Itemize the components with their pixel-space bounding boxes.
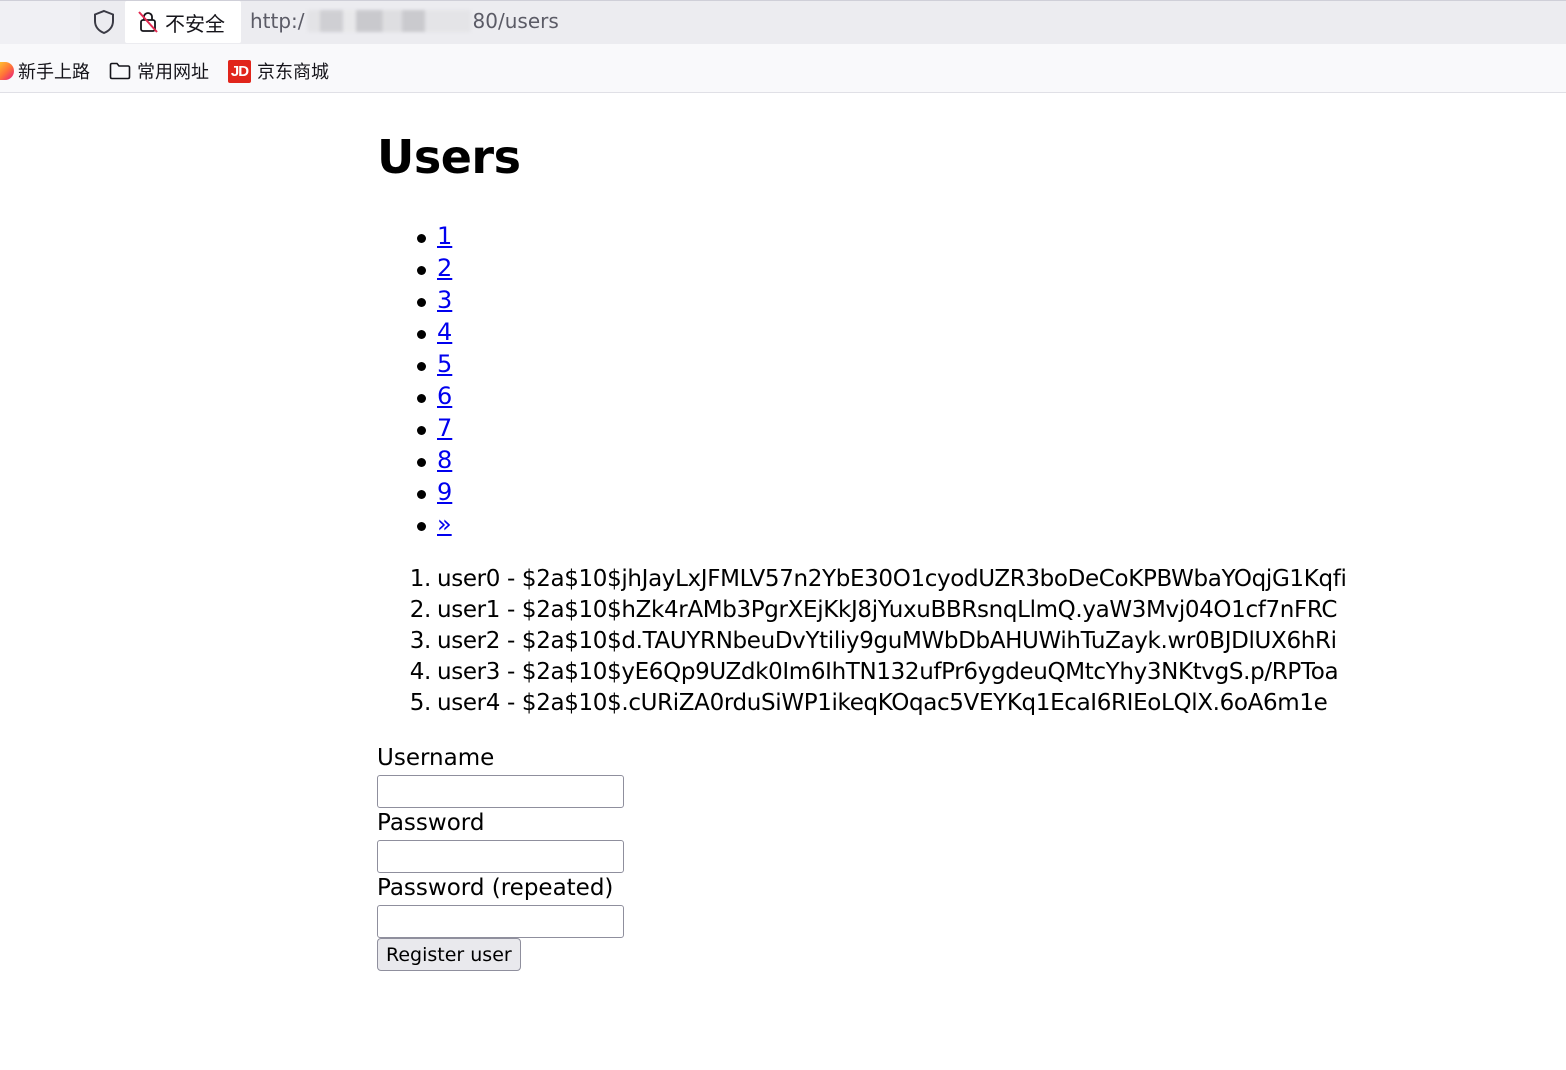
list-item: 2. user1 - $2a$10$hZk4rAMb3PgrXEjKkJ8jYux… <box>377 595 1347 626</box>
list-number: 2. <box>409 597 432 623</box>
tracking-protection-shield-icon[interactable] <box>91 8 117 36</box>
pagination-item: 2 <box>377 252 452 284</box>
user-entry: user3 - $2a$10$yE6Qp9UZdk0Im6IhTN132ufPr… <box>437 659 1339 685</box>
password-repeat-label: Password (repeated) <box>377 875 614 901</box>
pagination-item: 6 <box>377 380 452 412</box>
url-suffix: 80/users <box>472 9 559 33</box>
list-number: 5. <box>409 690 432 716</box>
list-item: 5. user4 - $2a$10$.cURiZA0rduSiWP1ikeqKOq… <box>377 688 1347 719</box>
bookmark-folder-common-sites[interactable]: 常用网址 <box>109 58 209 84</box>
security-label: 不安全 <box>165 11 225 36</box>
pagination-item: » <box>377 508 452 540</box>
pagination-item: 9 <box>377 476 452 508</box>
user-entry: user0 - $2a$10$jhJayLxJFMLV57n2YbE30O1cy… <box>437 566 1347 592</box>
list-number: 4. <box>409 659 432 685</box>
page-link-8[interactable]: 8 <box>437 446 452 474</box>
pagination-item: 7 <box>377 412 452 444</box>
username-label: Username <box>377 745 495 771</box>
password-label: Password <box>377 810 485 836</box>
list-item: 3. user2 - $2a$10$d.TAUYRNbeuDvYtiliy9guM… <box>377 626 1347 657</box>
browser-toolbar: 不安全 http:/ 80/users <box>0 0 1566 45</box>
page-link-2[interactable]: 2 <box>437 254 452 282</box>
page-link-3[interactable]: 3 <box>437 286 452 314</box>
list-number: 1. <box>409 566 432 592</box>
insecure-lock-icon <box>138 11 158 33</box>
bookmark-label: 常用网址 <box>137 62 209 83</box>
url-text[interactable]: http:/ 80/users <box>250 9 559 33</box>
bookmark-label: 新手上路 <box>18 62 90 83</box>
pagination-list: 1 2 3 4 5 6 7 8 9 » <box>377 220 452 540</box>
url-prefix: http:/ <box>250 9 305 33</box>
user-entry: user4 - $2a$10$.cURiZA0rduSiWP1ikeqKOqac… <box>437 690 1328 716</box>
user-entry: user2 - $2a$10$d.TAUYRNbeuDvYtiliy9guMWb… <box>437 628 1337 654</box>
page-link-7[interactable]: 7 <box>437 414 452 442</box>
jd-logo-icon: JD <box>228 59 251 83</box>
username-input[interactable] <box>377 775 624 808</box>
register-form: Username Password Password (repeated) Re… <box>377 741 624 971</box>
list-item: 1. user0 - $2a$10$jhJayLxJFMLV57n2YbE30O1… <box>377 564 1347 595</box>
page-link-next[interactable]: » <box>437 510 452 538</box>
page-link-5[interactable]: 5 <box>437 350 452 378</box>
security-indicator[interactable]: 不安全 <box>125 1 241 43</box>
list-number: 3. <box>409 628 432 654</box>
register-user-button[interactable]: Register user <box>377 938 521 971</box>
list-item: 4. user3 - $2a$10$yE6Qp9UZdk0Im6IhTN132uf… <box>377 657 1347 688</box>
page-link-1[interactable]: 1 <box>437 222 452 250</box>
bookmark-jd-mall[interactable]: JD 京东商城 <box>228 58 329 84</box>
bookmark-getting-started[interactable]: 新手上路 <box>0 58 90 84</box>
page-title: Users <box>377 130 521 184</box>
bookmarks-toolbar: 新手上路 常用网址 JD 京东商城 <box>0 44 1566 93</box>
password-input[interactable] <box>377 840 624 873</box>
page-link-9[interactable]: 9 <box>437 478 452 506</box>
bookmark-label: 京东商城 <box>257 62 329 83</box>
user-list: 1. user0 - $2a$10$jhJayLxJFMLV57n2YbE30O1… <box>377 564 1347 719</box>
pagination-item: 3 <box>377 284 452 316</box>
page-link-6[interactable]: 6 <box>437 382 452 410</box>
password-repeat-input[interactable] <box>377 905 624 938</box>
pagination-item: 5 <box>377 348 452 380</box>
firefox-icon <box>0 62 14 80</box>
pagination-item: 8 <box>377 444 452 476</box>
page-link-4[interactable]: 4 <box>437 318 452 346</box>
pagination-item: 1 <box>377 220 452 252</box>
pagination-item: 4 <box>377 316 452 348</box>
user-entry: user1 - $2a$10$hZk4rAMb3PgrXEjKkJ8jYuxuB… <box>437 597 1338 623</box>
folder-icon <box>109 62 131 80</box>
url-redacted-host <box>306 10 471 32</box>
